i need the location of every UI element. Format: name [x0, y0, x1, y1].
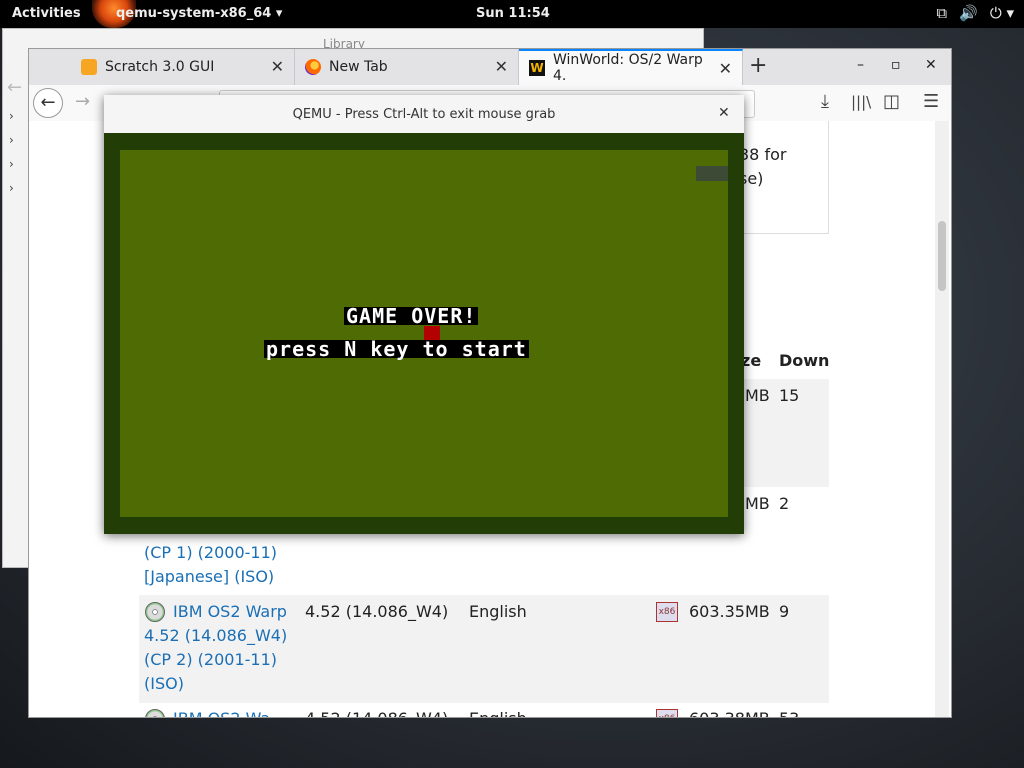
row-size: 603.35MB — [689, 602, 770, 621]
tree-expander-icon[interactable]: › — [3, 133, 29, 157]
tab-scratch[interactable]: Scratch 3.0 GUI ✕ — [71, 49, 295, 85]
close-window-icon[interactable]: ✕ — [925, 57, 937, 73]
close-tab-icon[interactable]: ✕ — [271, 57, 284, 76]
back-button[interactable]: ← — [33, 88, 63, 118]
row-language: English — [469, 602, 527, 621]
app-menu-label: qemu-system-x86_64 ▾ — [116, 6, 283, 21]
new-tab-button[interactable]: + — [749, 53, 767, 78]
close-tab-icon[interactable]: ✕ — [719, 59, 732, 78]
restart-prompt: press N key to start — [264, 337, 529, 361]
scratch-icon — [81, 59, 97, 75]
activities-button[interactable]: Activities — [12, 6, 81, 21]
page-scrollbar[interactable] — [935, 121, 949, 717]
tree-expander-icon[interactable]: › — [3, 157, 29, 181]
vm-screen[interactable]: GAME OVER! press N key to start — [104, 133, 744, 534]
system-tray[interactable]: ⧉ 🔊 ⏻ ▾ — [936, 4, 1014, 22]
sidebar-icon[interactable]: ◫ — [883, 91, 900, 112]
tab-strip: Scratch 3.0 GUI ✕ New Tab ✕ W WinWorld: … — [29, 49, 951, 85]
row-size: MB — [745, 386, 770, 405]
maximize-icon[interactable]: ▫ — [891, 57, 901, 73]
row-version: 4.52 (14.086_W4) — [305, 707, 448, 717]
power-icon[interactable]: ⏻ ▾ — [990, 4, 1014, 22]
volume-icon[interactable]: 🔊 — [959, 4, 978, 22]
scrollbar-thumb[interactable] — [938, 221, 946, 291]
close-tab-icon[interactable]: ✕ — [495, 57, 508, 76]
row-language: English — [469, 707, 527, 717]
library-back-icon[interactable]: ← — [7, 77, 22, 98]
row-downloads: 2 — [779, 494, 790, 513]
firefox-icon — [305, 59, 321, 75]
winworld-icon: W — [529, 60, 545, 76]
x86-arch-icon: x86 — [656, 602, 678, 622]
tab-label: Scratch 3.0 GUI — [105, 59, 215, 75]
tree-expander-icon[interactable]: › — [3, 181, 29, 205]
network-icon[interactable]: ⧉ — [936, 4, 947, 22]
tab-label: New Tab — [329, 59, 388, 75]
row-downloads: 9 — [779, 602, 790, 621]
tree-expander-icon[interactable]: › — [3, 109, 29, 133]
menu-icon[interactable]: ☰ — [923, 91, 939, 112]
row-title-link[interactable]: IBM OS2 Wa — [173, 707, 270, 717]
header-downloads[interactable]: Down — [779, 351, 829, 370]
tab-new-tab[interactable]: New Tab ✕ — [295, 49, 519, 85]
row-clip: IBM OS2 Wa 4.52 (14.086_W4) English x86 … — [29, 703, 935, 717]
clock[interactable]: Sun 11:54 — [476, 6, 550, 21]
score-box — [696, 166, 728, 181]
disc-icon — [145, 709, 165, 717]
x86-arch-icon: x86 — [656, 709, 678, 717]
downloads-icon[interactable]: ⤓ — [821, 91, 829, 112]
row-size: 603.38MB — [689, 707, 770, 717]
qemu-window: QEMU - Press Ctrl-Alt to exit mouse grab… — [104, 95, 744, 534]
qemu-title: QEMU - Press Ctrl-Alt to exit mouse grab — [292, 107, 556, 122]
tab-label: WinWorld: OS/2 Warp 4. — [553, 52, 703, 84]
row-title-link[interactable]: IBM OS2 Warp 4.52 (14.086_W4) (CP 2) (20… — [144, 600, 287, 696]
forward-button[interactable]: → — [75, 91, 90, 112]
row-title-link[interactable]: (CP 1) (2000-11) [Japanese] (ISO) — [144, 541, 277, 589]
info-box-text: 38 for se) — [739, 145, 787, 188]
row-version: 4.52 (14.086_W4) — [305, 602, 449, 621]
header-size[interactable]: ze — [741, 351, 761, 370]
close-icon[interactable]: ✕ — [718, 105, 730, 121]
library-tree: › › › › — [3, 109, 29, 205]
minimize-icon[interactable]: – — [857, 57, 864, 73]
row-downloads: 15 — [779, 386, 800, 405]
library-icon[interactable]: |||\ — [851, 93, 871, 111]
tab-winworld[interactable]: W WinWorld: OS/2 Warp 4. ✕ — [519, 49, 743, 85]
game-over-text: GAME OVER! — [344, 304, 479, 328]
row-size: MB — [745, 494, 770, 513]
top-bar: Activities qemu-system-x86_64 ▾ Sun 11:5… — [0, 0, 1024, 28]
row-downloads: 53 — [779, 707, 799, 717]
